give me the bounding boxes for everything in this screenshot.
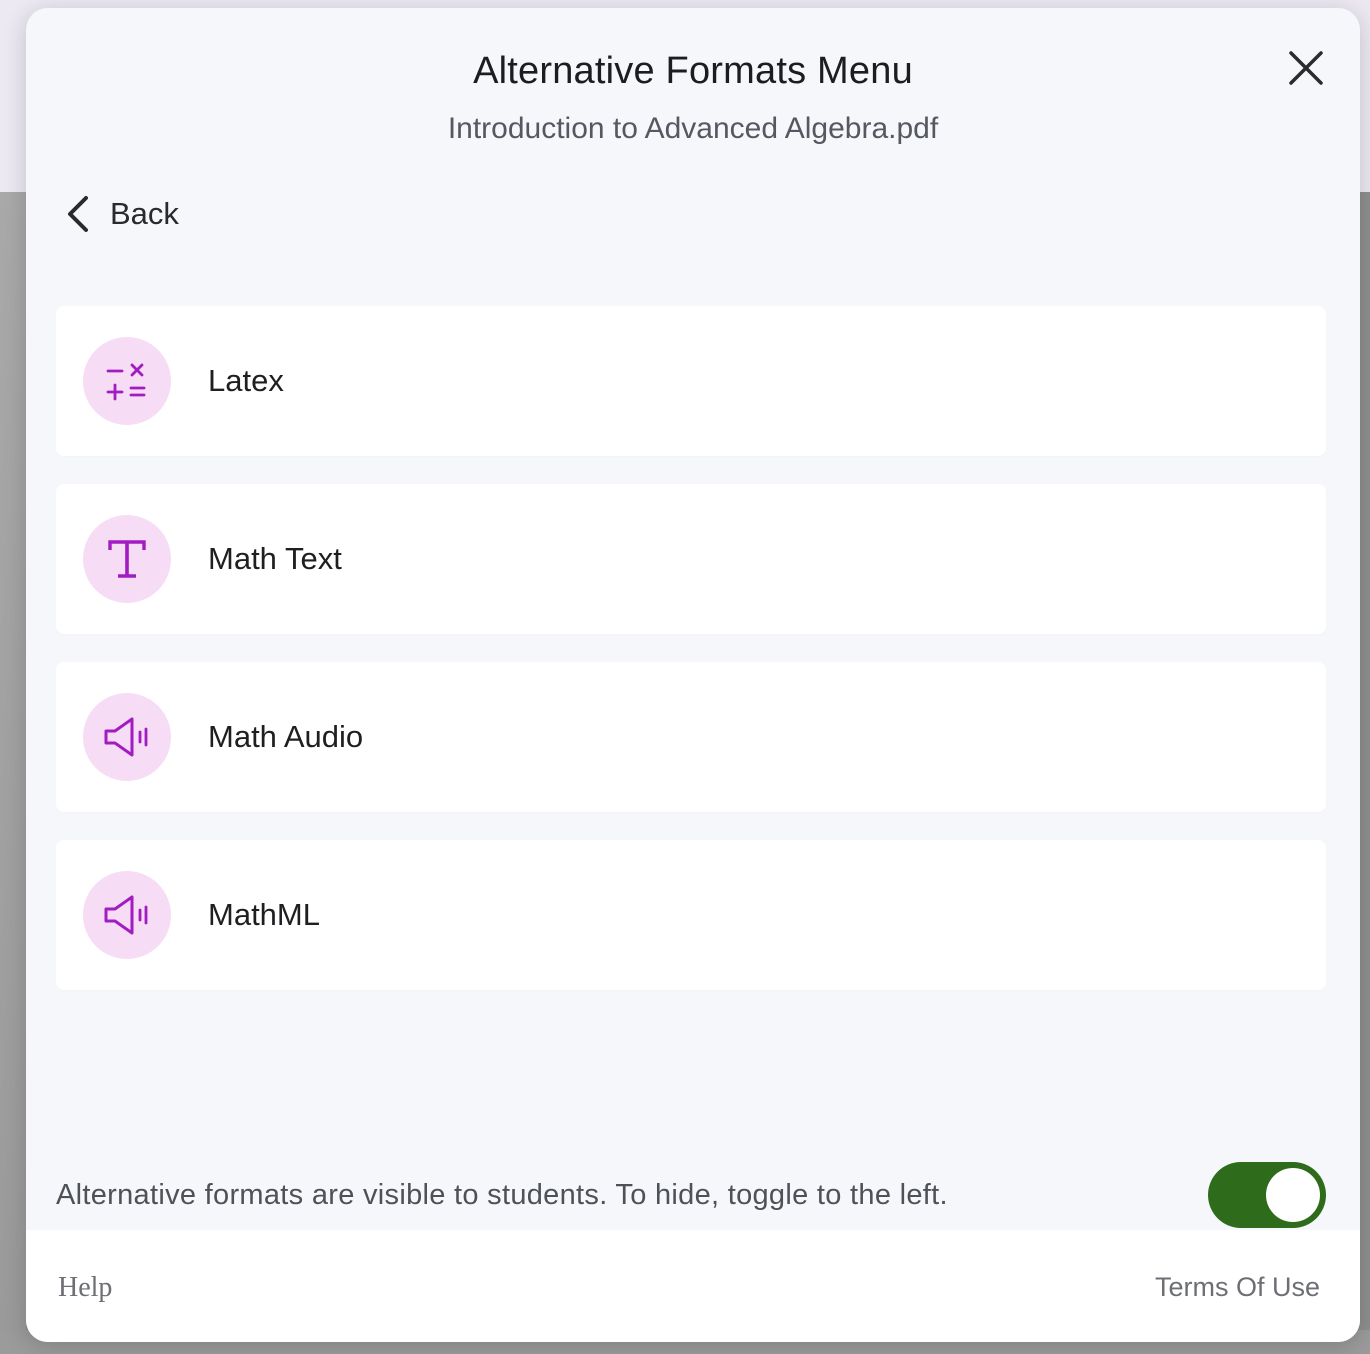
option-label: Latex (208, 363, 284, 398)
back-button[interactable]: Back (64, 186, 179, 242)
modal-header: Alternative Formats Menu Introduction to… (26, 8, 1360, 168)
option-math-text[interactable]: Math Text (56, 484, 1326, 634)
option-latex[interactable]: Latex (56, 306, 1326, 456)
terms-of-use-link[interactable]: Terms Of Use (1155, 1272, 1320, 1303)
format-options-list: Latex Math Text Math Audio MathML (56, 306, 1326, 1018)
math-operators-icon (83, 337, 171, 425)
toggle-knob (1266, 1168, 1320, 1222)
modal-title: Alternative Formats Menu (473, 50, 913, 92)
option-mathml[interactable]: MathML (56, 840, 1326, 990)
help-link[interactable]: Help (58, 1272, 112, 1304)
visibility-row: Alternative formats are visible to stude… (56, 1160, 1326, 1230)
modal-subtitle: Introduction to Advanced Algebra.pdf (447, 112, 939, 145)
close-icon (1289, 51, 1323, 85)
option-label: Math Text (208, 541, 342, 576)
chevron-left-icon (68, 196, 88, 232)
backdrop-left (0, 192, 26, 1354)
modal-footer: Help Terms Of Use (26, 1230, 1360, 1342)
alternative-formats-modal: Alternative Formats Menu Introduction to… (26, 8, 1360, 1342)
speaker-icon (83, 693, 171, 781)
text-t-icon (83, 515, 171, 603)
back-label: Back (110, 196, 179, 231)
speaker-icon (83, 871, 171, 959)
visibility-toggle[interactable] (1208, 1162, 1326, 1228)
option-math-audio[interactable]: Math Audio (56, 662, 1326, 812)
close-button[interactable] (1278, 40, 1334, 96)
option-label: MathML (208, 897, 320, 932)
option-label: Math Audio (208, 719, 364, 754)
visibility-text: Alternative formats are visible to stude… (56, 1178, 948, 1211)
